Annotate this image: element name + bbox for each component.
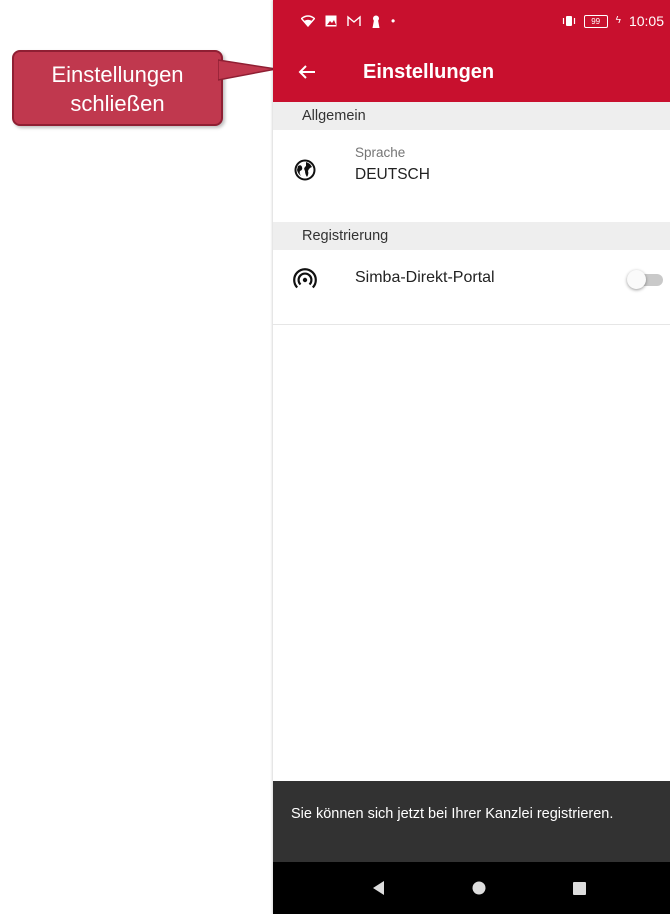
app-bar: Einstellungen: [273, 44, 670, 102]
clock: 10:05: [628, 13, 664, 29]
portal-signal-icon: [293, 268, 317, 289]
portal-setting-row[interactable]: Simba-Direkt-Portal: [273, 250, 670, 324]
toggle-thumb: [627, 270, 646, 289]
callout-pointer: [218, 59, 277, 81]
back-arrow-icon: [298, 65, 315, 79]
page-title: Einstellungen: [363, 61, 495, 83]
battery-level: 99: [591, 16, 601, 26]
divider: [273, 324, 670, 325]
nav-back-button[interactable]: [364, 878, 394, 898]
battery-icon: 99: [583, 14, 608, 28]
nav-home-button[interactable]: [464, 878, 494, 898]
snackbar: Sie können sich jetzt bei Ihrer Kanzlei …: [273, 781, 670, 862]
wifi-icon: [301, 15, 315, 27]
globe-icon: [294, 159, 316, 181]
language-value: DEUTSCH: [355, 166, 430, 183]
section-header-general: Allgemein: [273, 102, 670, 130]
nav-recents-button[interactable]: [564, 878, 594, 898]
charging-icon: ϟ: [615, 15, 621, 26]
callout-line-1: Einstellungen: [51, 62, 184, 87]
keyhole-icon: [372, 15, 380, 28]
globe-icon-wrap: [291, 156, 319, 184]
language-setting-row[interactable]: Sprache DEUTSCH: [273, 130, 670, 220]
portal-label: Simba-Direkt-Portal: [355, 269, 495, 286]
portal-icon-wrap: [291, 266, 319, 294]
status-bar: • 99 ϟ 10:05: [273, 0, 670, 44]
phone-screen: • 99 ϟ 10:05 Einstellungen Allgemein Spr…: [273, 0, 670, 914]
annotation-callout: Einstellungen schließen: [12, 50, 223, 126]
language-label: Sprache: [355, 145, 406, 160]
portal-toggle[interactable]: [627, 270, 663, 289]
nav-back-icon: [373, 881, 384, 895]
callout-line-2: schließen: [70, 91, 165, 116]
back-button[interactable]: [287, 54, 327, 90]
gmail-icon: [347, 15, 361, 26]
image-icon: [325, 15, 337, 27]
notification-dot-icon: •: [391, 14, 396, 28]
vibrate-icon: [562, 16, 575, 26]
section-header-registration: Registrierung: [273, 222, 670, 250]
system-nav-bar: [273, 862, 670, 914]
nav-recents-icon: [572, 881, 586, 895]
snackbar-message: Sie können sich jetzt bei Ihrer Kanzlei …: [291, 806, 614, 822]
nav-home-icon: [472, 881, 486, 895]
